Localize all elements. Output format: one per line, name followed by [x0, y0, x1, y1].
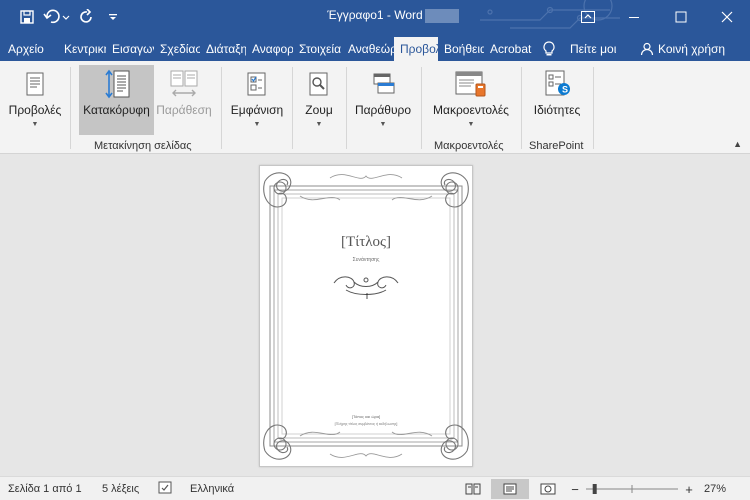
tab-layout[interactable]: Διάταξη — [200, 37, 246, 61]
tab-references[interactable]: Αναφορές — [246, 37, 293, 61]
vertical-arrows-page-icon — [103, 65, 131, 103]
group-separator — [521, 67, 522, 149]
group-separator — [70, 67, 71, 149]
vertical-label: Κατακόρυφη — [83, 103, 150, 117]
zoom-out-button[interactable]: − — [568, 479, 582, 499]
group-separator — [346, 67, 347, 149]
views-label: Προβολές — [8, 103, 62, 117]
redo-icon[interactable] — [74, 4, 100, 30]
tab-help[interactable]: Βοήθεια — [438, 37, 484, 61]
chevron-down-icon: ▼ — [379, 121, 387, 128]
ribbon-tabs: Αρχείο Κεντρική Εισαγωγή Σχεδίαση Διάταξ… — [0, 33, 750, 61]
tab-file[interactable]: Αρχείο — [2, 37, 58, 61]
sharepoint-properties-icon: S — [542, 65, 572, 103]
close-button[interactable] — [704, 0, 750, 33]
tab-view[interactable]: Προβολή — [394, 37, 438, 61]
tab-mailings[interactable]: Στοιχεία — [293, 37, 342, 61]
group-separator — [221, 67, 222, 149]
magnifier-icon — [307, 65, 331, 103]
document-title[interactable]: [Τίτλος] — [260, 234, 472, 251]
document-views-icon — [24, 65, 46, 103]
tab-review[interactable]: Αναθεώρηση — [342, 37, 394, 61]
side-by-side-pages-icon — [169, 65, 199, 103]
window-arrange-icon — [370, 65, 396, 103]
undo-icon[interactable] — [40, 4, 74, 30]
views-button[interactable]: Προβολές ▼ — [4, 65, 66, 135]
group-label-page-movement: Μετακίνηση σελίδας — [94, 140, 192, 152]
document-footer-place[interactable]: [Τόπος και ώρα] — [260, 414, 472, 419]
web-layout-icon[interactable] — [537, 479, 559, 499]
window-button[interactable]: Παράθυρο ▼ — [350, 65, 416, 135]
chevron-down-icon: ▼ — [31, 121, 39, 128]
tab-insert[interactable]: Εισαγωγή — [106, 37, 154, 61]
tell-me-label: Πείτε μοι — [570, 42, 617, 56]
collapse-ribbon-icon[interactable]: ▲ — [733, 139, 742, 149]
zoom-button[interactable]: Ζουμ ▼ — [297, 65, 341, 135]
tab-home[interactable]: Κεντρική — [58, 37, 106, 61]
ornamental-border — [263, 172, 469, 460]
show-button[interactable]: Εμφάνιση ▼ — [226, 65, 288, 135]
show-checklist-icon — [245, 65, 269, 103]
zoom-slider-thumb[interactable] — [592, 484, 597, 494]
tell-me-search[interactable]: Πείτε μοι — [542, 37, 616, 61]
language[interactable]: Ελληνικά — [190, 483, 234, 495]
svg-text:S: S — [562, 85, 568, 95]
ribbon-display-options-icon[interactable] — [565, 0, 611, 33]
status-bar: Σελίδα 1 από 1 5 λέξεις Ελληνικά − + 27% — [0, 476, 750, 500]
document-subtitle[interactable]: Συνάντησης — [260, 257, 472, 263]
macros-label: Μακροεντολές — [433, 103, 509, 117]
zoom-percent[interactable]: 27% — [704, 483, 726, 495]
ribbon-view: Προβολές ▼ Κατακόρυφη Παράθεση Μετακίνησ… — [0, 61, 750, 154]
window-label: Παράθυρο — [354, 103, 412, 117]
quick-access-toolbar — [14, 0, 126, 33]
chevron-down-icon: ▼ — [467, 121, 475, 128]
tab-design[interactable]: Σχεδίαση — [154, 37, 200, 61]
properties-button[interactable]: S Ιδιότητες — [525, 65, 589, 135]
minimize-button[interactable] — [611, 0, 657, 33]
macros-button[interactable]: Μακροεντολές ▼ — [426, 65, 516, 135]
page-count[interactable]: Σελίδα 1 από 1 — [8, 483, 82, 495]
word-count[interactable]: 5 λέξεις — [102, 483, 139, 495]
maximize-button[interactable] — [658, 0, 704, 33]
group-label-macros: Μακροεντολές — [434, 140, 504, 152]
group-label-sharepoint: SharePoint — [529, 140, 584, 152]
group-separator — [593, 67, 594, 149]
zoom-label: Ζουμ — [305, 103, 333, 117]
properties-label: Ιδιότητες — [533, 103, 581, 117]
group-separator — [292, 67, 293, 149]
show-label: Εμφάνιση — [230, 103, 284, 117]
print-layout-icon[interactable] — [491, 479, 529, 499]
group-separator — [421, 67, 422, 149]
document-page[interactable]: [Τίτλος] Συνάντησης [Τόπος και ώρα] [Πλή… — [259, 165, 473, 467]
tab-acrobat[interactable]: Acrobat — [484, 37, 536, 61]
document-footer-event[interactable]: [Πλήρης τίτλος συμβάντος ή εκδήλωσης] — [260, 422, 472, 426]
zoom-slider[interactable] — [584, 479, 680, 499]
save-icon[interactable] — [14, 4, 40, 30]
document-canvas[interactable]: [Τίτλος] Συνάντησης [Τόπος και ώρα] [Πλή… — [0, 154, 750, 476]
read-mode-icon[interactable] — [462, 479, 484, 499]
lightbulb-icon — [542, 41, 556, 57]
vertical-page-movement-button[interactable]: Κατακόρυφη — [79, 65, 154, 135]
macros-icon — [454, 65, 488, 103]
share-label: Κοινή χρήση — [658, 42, 726, 56]
proofing-icon[interactable] — [158, 481, 174, 498]
share-button[interactable]: Κοινή χρήση — [640, 37, 725, 61]
chevron-down-icon: ▼ — [253, 121, 261, 128]
person-icon — [640, 42, 654, 56]
zoom-in-button[interactable]: + — [682, 479, 696, 499]
chevron-down-icon: ▼ — [315, 121, 323, 128]
customize-qat-icon[interactable] — [100, 4, 126, 30]
title-bar: Έγγραφο1 - Word — [0, 0, 750, 33]
side-to-side-label: Παράθεση — [156, 103, 212, 117]
side-to-side-button[interactable]: Παράθεση — [155, 65, 213, 135]
